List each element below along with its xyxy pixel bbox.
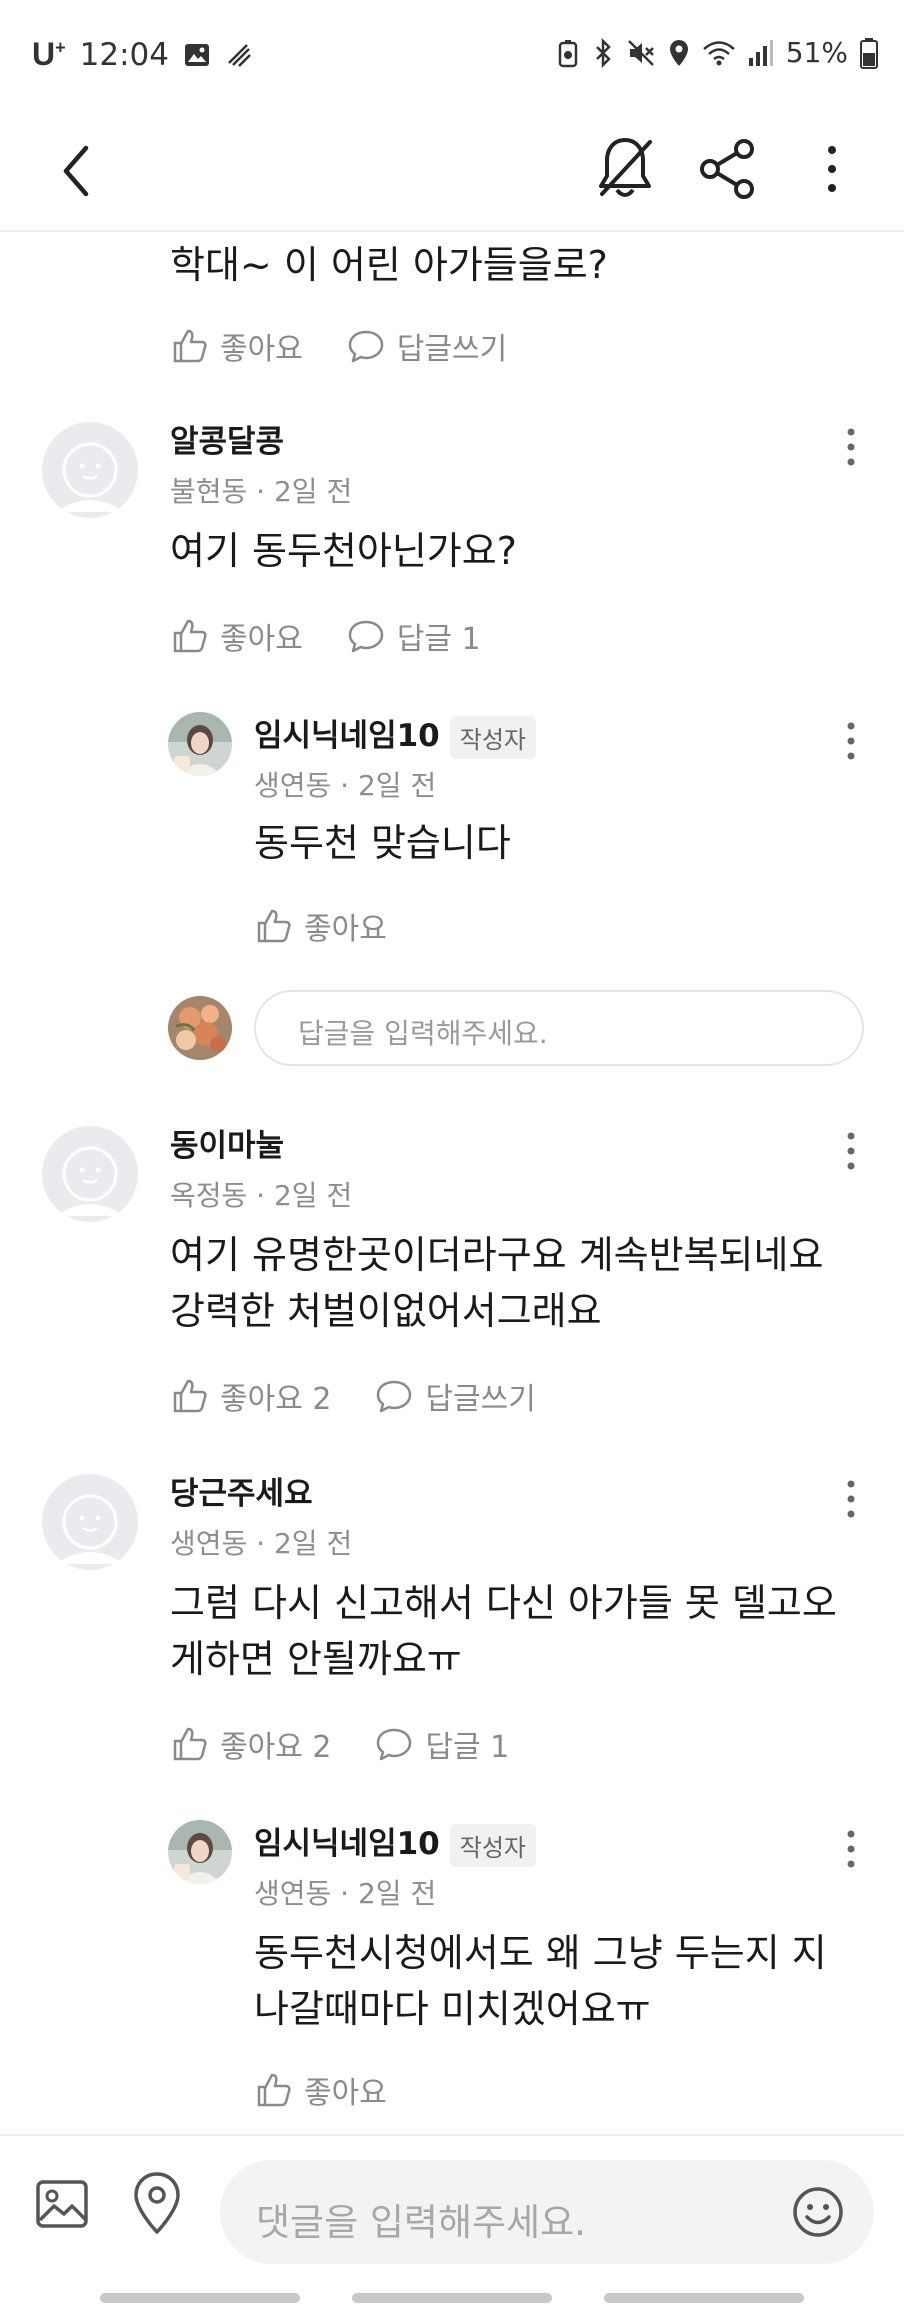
author-name[interactable]: 동이마눌 bbox=[170, 1120, 284, 1165]
reply-button[interactable]: 답글 1 bbox=[347, 614, 481, 658]
avatar[interactable] bbox=[42, 422, 138, 518]
location-attach-button[interactable] bbox=[128, 2170, 186, 2236]
comment-actions: 좋아요 답글 1 bbox=[170, 614, 525, 658]
comment-input[interactable]: 댓글을 입력해주세요. bbox=[220, 2160, 874, 2264]
avatar[interactable] bbox=[42, 1474, 138, 1570]
like-button[interactable]: 좋아요 2 bbox=[170, 1722, 331, 1766]
status-time: 12:04 bbox=[79, 36, 169, 73]
status-bar: U+ 12:04 51% bbox=[0, 0, 904, 110]
thumbs-up-icon bbox=[173, 329, 207, 363]
author-badge: 작성자 bbox=[449, 716, 536, 759]
battery-saver-icon bbox=[558, 39, 578, 67]
chat-bubble-icon bbox=[377, 1380, 412, 1413]
comment-text: 동두천 맞습니다 bbox=[254, 821, 511, 865]
reply-button[interactable]: 답글 1 bbox=[375, 1722, 509, 1766]
thumbs-up-icon bbox=[173, 1379, 207, 1413]
like-button[interactable]: 좋아요 2 bbox=[170, 1374, 331, 1418]
nav-handle-left bbox=[100, 2293, 300, 2303]
battery-percent: 51% bbox=[785, 36, 848, 69]
comment-meta: 생연동 · 2일 전 bbox=[254, 1877, 437, 1910]
comment-meta: 옥정동 · 2일 전 bbox=[170, 1179, 353, 1212]
nav-handle-right bbox=[604, 2293, 804, 2303]
location-status-icon bbox=[669, 39, 688, 66]
comment-text: 그럼 다시 신고해서 다신 아가들 못 델고오 bbox=[170, 1581, 837, 1625]
comment-more-button[interactable] bbox=[836, 1476, 866, 1522]
back-button[interactable] bbox=[52, 134, 112, 208]
comment-compose-bar: 댓글을 입력해주세요. bbox=[0, 2134, 904, 2316]
comment-actions: 좋아요 답글쓰기 bbox=[170, 324, 551, 368]
avatar[interactable] bbox=[42, 1126, 138, 1222]
emoji-button[interactable] bbox=[790, 2184, 846, 2240]
comment-actions: 좋아요 2 답글쓰기 bbox=[170, 1374, 580, 1418]
comment-text: 학대~ 이 어린 아가들을로? bbox=[170, 243, 608, 287]
like-button[interactable]: 좋아요 bbox=[254, 2068, 387, 2112]
battery-icon bbox=[860, 37, 878, 69]
comment-more-button[interactable] bbox=[836, 1128, 866, 1174]
like-button[interactable]: 좋아요 bbox=[170, 324, 303, 368]
chat-bubble-icon bbox=[348, 620, 384, 653]
avatar[interactable] bbox=[168, 712, 232, 776]
comment-actions: 좋아요 2 답글 1 bbox=[170, 1722, 553, 1766]
thumbs-up-icon bbox=[173, 619, 207, 653]
comment-more-button[interactable] bbox=[836, 1826, 866, 1872]
chat-bubble-icon bbox=[348, 330, 384, 363]
nav-handle-center bbox=[352, 2293, 552, 2303]
comment-text: 게하면 안될까요ㅠ bbox=[170, 1637, 462, 1681]
comment-more-button[interactable] bbox=[836, 424, 866, 470]
like-button[interactable]: 좋아요 bbox=[170, 614, 303, 658]
gallery-notification-icon bbox=[184, 43, 209, 66]
signal-icon bbox=[748, 39, 773, 66]
author-name[interactable]: 알콩달콩 bbox=[170, 416, 284, 461]
more-options-button[interactable] bbox=[810, 132, 854, 206]
image-attach-button[interactable] bbox=[34, 2176, 90, 2232]
comment-meta: 생연동 · 2일 전 bbox=[170, 1527, 353, 1560]
my-avatar bbox=[168, 996, 232, 1060]
comment-text: 동두천시청에서도 왜 그냥 두는지 지 bbox=[254, 1931, 827, 1975]
comment-meta: 생연동 · 2일 전 bbox=[254, 769, 437, 802]
comment-actions: 좋아요 bbox=[254, 904, 431, 948]
thumbs-up-icon bbox=[257, 2073, 291, 2107]
notification-off-button[interactable] bbox=[592, 128, 658, 210]
author-name[interactable]: 당근주세요 bbox=[170, 1468, 313, 1513]
reply-input[interactable]: 답글을 입력해주세요. bbox=[254, 990, 864, 1066]
wifi-icon bbox=[702, 40, 735, 65]
avatar[interactable] bbox=[168, 1820, 232, 1884]
comment-text: 나갈때마다 미치겠어요ㅠ bbox=[254, 1987, 651, 2031]
author-name[interactable]: 임시닉네임10 작성자 bbox=[254, 1818, 536, 1867]
author-badge: 작성자 bbox=[449, 1824, 536, 1867]
reply-button[interactable]: 답글쓰기 bbox=[347, 324, 507, 368]
carrier-label: U+ bbox=[32, 36, 66, 72]
comment-more-button[interactable] bbox=[836, 718, 866, 764]
comment-text: 여기 동두천아닌가요? bbox=[170, 529, 517, 573]
reply-button[interactable]: 답글쓰기 bbox=[375, 1374, 536, 1418]
comment-text: 강력한 처벌이없어서그래요 bbox=[170, 1289, 602, 1333]
like-button[interactable]: 좋아요 bbox=[254, 904, 387, 948]
author-name[interactable]: 임시닉네임10 작성자 bbox=[254, 710, 536, 759]
thumbs-up-icon bbox=[257, 909, 291, 943]
bluetooth-icon bbox=[595, 37, 611, 68]
comment-text: 여기 유명한곳이더라구요 계속반복되네요 bbox=[170, 1233, 824, 1277]
comments-list: 학대~ 이 어린 아가들을로? 좋아요 답글쓰기 알콩달콩 불현동 · 2일 전… bbox=[0, 234, 904, 2134]
app-bar bbox=[0, 110, 904, 232]
thumbs-up-icon bbox=[173, 1727, 207, 1761]
share-button[interactable] bbox=[694, 132, 760, 206]
mute-icon bbox=[627, 39, 654, 66]
sync-notification-icon bbox=[228, 43, 251, 67]
comment-meta: 불현동 · 2일 전 bbox=[170, 475, 353, 508]
comment-actions: 좋아요 bbox=[254, 2068, 431, 2112]
chat-bubble-icon bbox=[377, 1728, 412, 1761]
